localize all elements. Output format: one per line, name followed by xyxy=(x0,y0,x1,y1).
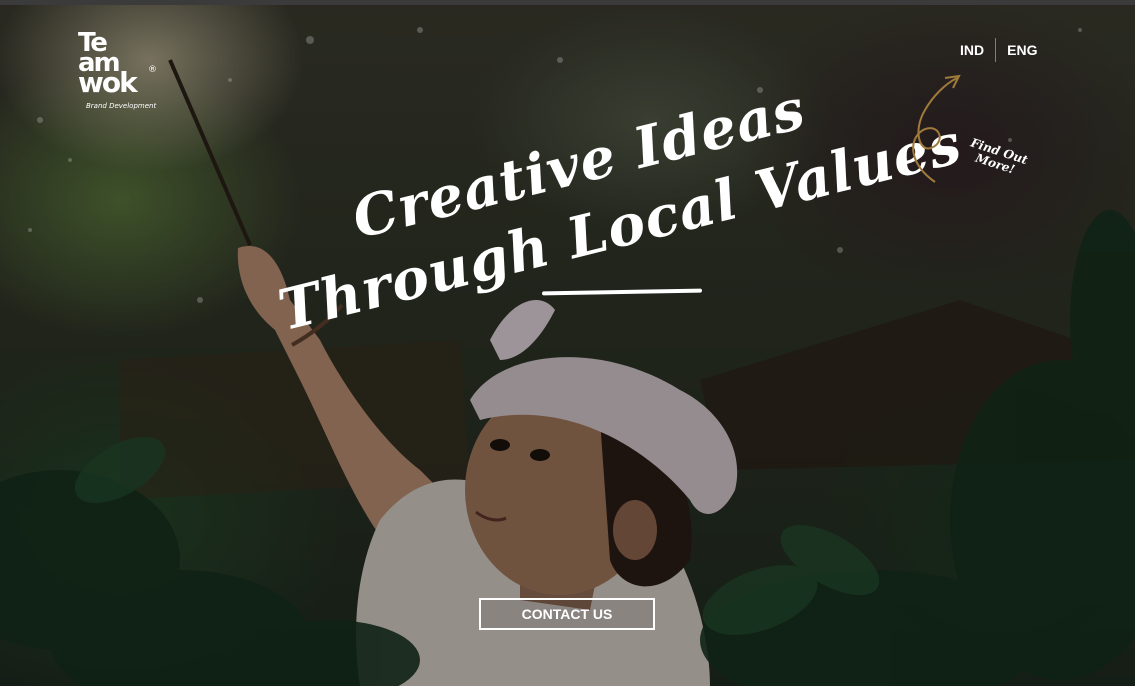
teamwok-logo[interactable]: Te am wok ® Brand Development xyxy=(78,30,162,113)
logo-tagline: Brand Development xyxy=(86,102,157,110)
curved-arrow-icon xyxy=(912,74,961,183)
hero-headline: Creative Ideas Through Local Values xyxy=(270,76,968,344)
headline-underline xyxy=(541,288,703,296)
find-out-more-link[interactable]: Find Out More! xyxy=(905,70,1035,190)
contact-us-button[interactable]: CONTACT US xyxy=(479,598,655,630)
lang-eng[interactable]: ENG xyxy=(1007,42,1037,58)
registered-mark: ® xyxy=(148,65,157,75)
language-switcher: IND ENG xyxy=(960,38,1037,62)
logo-line-3: wok xyxy=(78,66,138,99)
lang-divider xyxy=(995,38,997,62)
lang-ind[interactable]: IND xyxy=(960,42,984,58)
top-border xyxy=(0,0,1135,5)
